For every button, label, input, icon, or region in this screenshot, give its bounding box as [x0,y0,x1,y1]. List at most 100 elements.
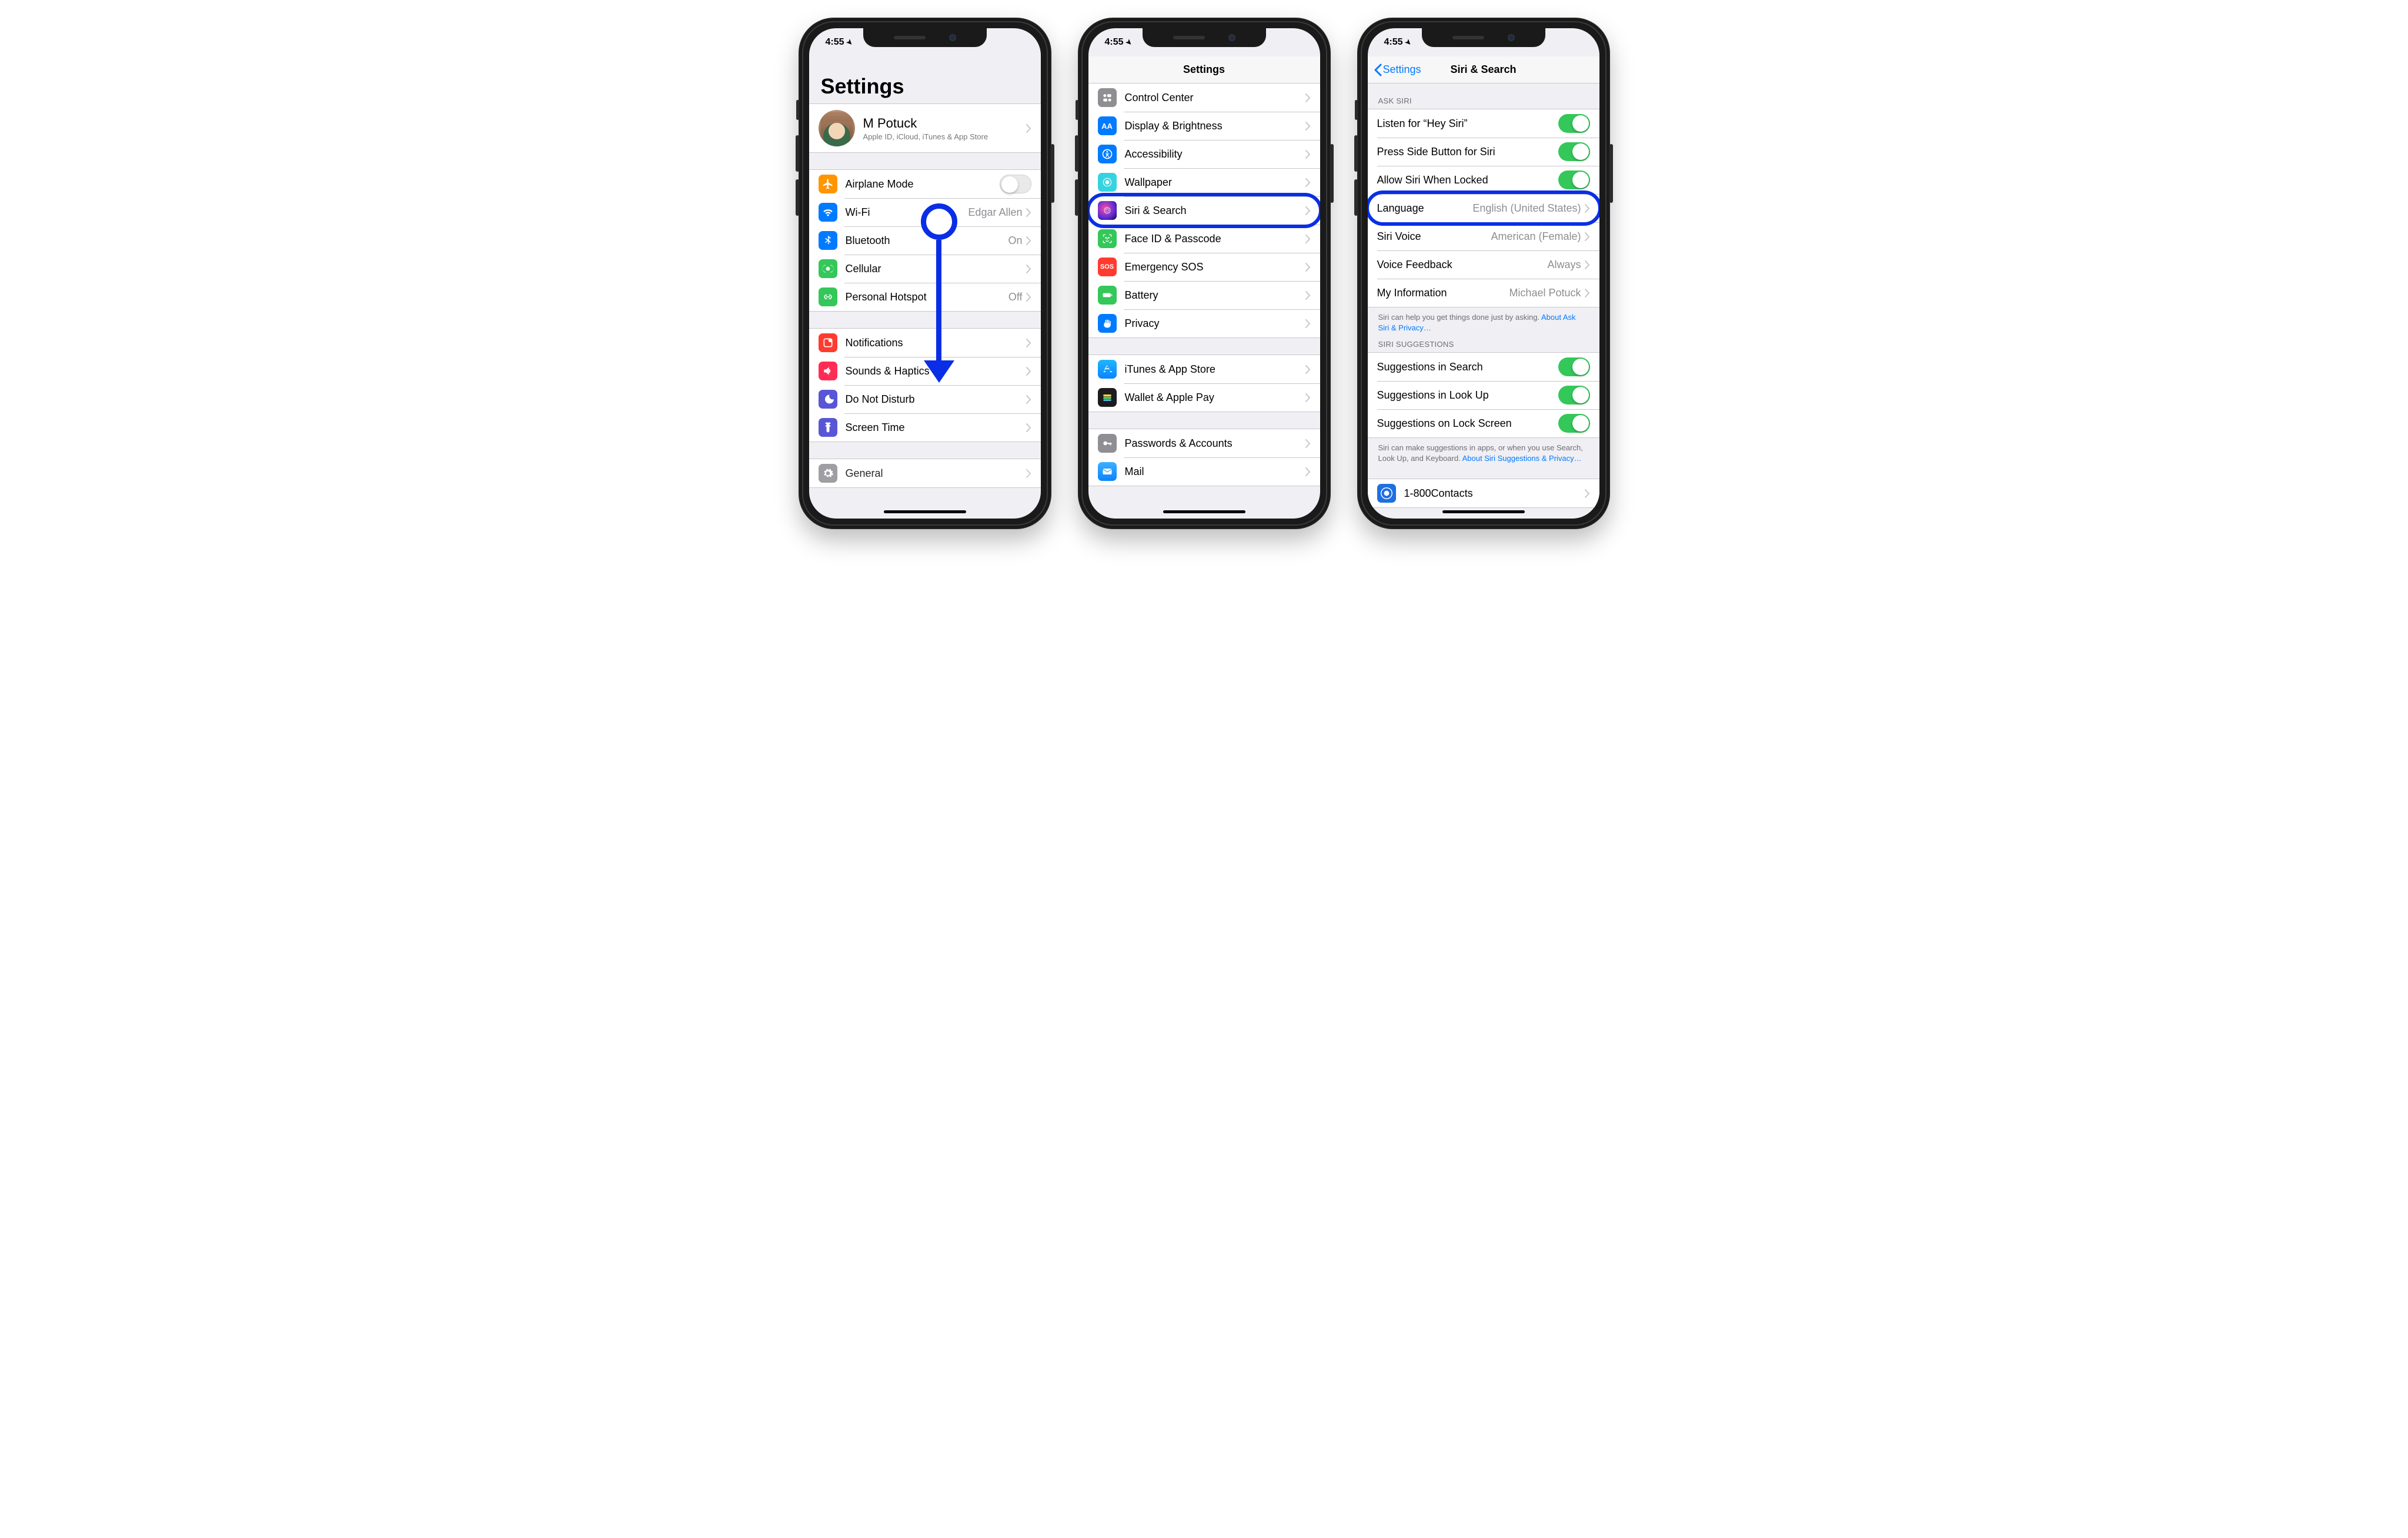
row-wallpaper[interactable]: Wallpaper [1088,168,1320,196]
row-label: Notifications [846,337,1026,349]
chevron-right-icon [1026,395,1031,404]
row-label: Emergency SOS [1125,261,1305,273]
row-itunes-appstore[interactable]: iTunes & App Store [1088,355,1320,383]
row-wifi[interactable]: Wi-Fi Edgar Allen [809,198,1041,226]
row-bluetooth[interactable]: Bluetooth On [809,226,1041,255]
row-value: Off [1008,291,1023,303]
row-label: Do Not Disturb [846,393,1026,406]
row-label: 1-800Contacts [1404,487,1585,500]
row-label: Voice Feedback [1377,259,1548,271]
nav-bar: Settings [1088,56,1320,83]
chevron-right-icon [1585,232,1590,241]
row-mail[interactable]: Mail [1088,457,1320,486]
locked-toggle[interactable] [1558,170,1590,189]
group-header-ask-siri: ASK SIRI [1368,83,1599,109]
row-label: My Information [1377,287,1509,299]
row-control-center[interactable]: Control Center [1088,83,1320,112]
location-icon: ➤ [1124,37,1134,47]
dnd-moon-icon [819,390,837,409]
row-privacy[interactable]: Privacy [1088,309,1320,337]
back-button[interactable]: Settings [1374,63,1421,76]
row-face-id[interactable]: Face ID & Passcode [1088,225,1320,253]
notifications-icon [819,333,837,352]
apple-id-row[interactable]: M Potuck Apple ID, iCloud, iTunes & App … [809,104,1041,152]
row-value: Michael Potuck [1509,287,1581,299]
chevron-right-icon [1305,319,1311,328]
row-label: Press Side Button for Siri [1377,146,1558,158]
row-value: American (Female) [1491,230,1581,243]
row-sug-lookup[interactable]: Suggestions in Look Up [1368,381,1599,409]
nav-title: Settings [1183,63,1225,76]
row-emergency-sos[interactable]: SOS Emergency SOS [1088,253,1320,281]
row-siri-voice[interactable]: Siri Voice American (Female) [1368,222,1599,250]
back-label: Settings [1383,63,1421,76]
row-my-information[interactable]: My Information Michael Potuck [1368,279,1599,307]
row-language[interactable]: Language English (United States) [1368,194,1599,222]
row-press-side-button[interactable]: Press Side Button for Siri [1368,138,1599,166]
appstore-icon [1098,360,1117,379]
row-screen-time[interactable]: Screen Time [809,413,1041,442]
row-siri-search[interactable]: Siri & Search [1088,196,1320,225]
row-sug-lockscreen[interactable]: Suggestions on Lock Screen [1368,409,1599,437]
nav-title: Siri & Search [1450,63,1516,76]
home-indicator[interactable] [1163,510,1245,513]
privacy-hand-icon [1098,314,1117,333]
row-label: Cellular [846,263,1026,275]
row-voice-feedback[interactable]: Voice Feedback Always [1368,250,1599,279]
chevron-right-icon [1305,291,1311,300]
wallpaper-icon [1098,173,1117,192]
mail-icon [1098,462,1117,481]
row-label: Bluetooth [846,235,1008,247]
chevron-right-icon [1026,367,1031,376]
key-icon [1098,434,1117,453]
home-indicator[interactable] [884,510,966,513]
row-do-not-disturb[interactable]: Do Not Disturb [809,385,1041,413]
bluetooth-icon [819,231,837,250]
row-label: Siri & Search [1125,205,1305,217]
footer-text: Siri can help you get things done just b… [1378,313,1542,322]
row-passwords-accounts[interactable]: Passwords & Accounts [1088,429,1320,457]
row-general[interactable]: General [809,459,1041,487]
row-label: Mail [1125,466,1305,478]
chevron-right-icon [1585,289,1590,297]
phone-frame-3: 4:55➤ Settings Siri & Search ASK SIRI Li… [1357,18,1610,529]
phone-frame-1: 4:55 ➤ Settings M Potuck Apple ID, iClou… [799,18,1051,529]
chevron-right-icon [1026,339,1031,347]
sug-lock-toggle[interactable] [1558,414,1590,433]
airplane-toggle[interactable] [1000,175,1031,193]
siri-suggestions-privacy-link[interactable]: About Siri Suggestions & Privacy… [1462,454,1582,463]
row-label: Wallpaper [1125,176,1305,189]
status-time: 4:55 [826,37,844,48]
row-hey-siri[interactable]: Listen for “Hey Siri” [1368,109,1599,138]
sug-lookup-toggle[interactable] [1558,386,1590,404]
row-label: Allow Siri When Locked [1377,174,1558,186]
row-label: Battery [1125,289,1305,302]
row-sounds-haptics[interactable]: Sounds & Haptics [809,357,1041,385]
row-accessibility[interactable]: Accessibility [1088,140,1320,168]
row-battery[interactable]: Battery [1088,281,1320,309]
row-cellular[interactable]: Cellular [809,255,1041,283]
hey-siri-toggle[interactable] [1558,114,1590,133]
row-label: Privacy [1125,317,1305,330]
row-label: Control Center [1125,92,1305,104]
accessibility-icon [1098,145,1117,163]
cellular-icon [819,259,837,278]
row-personal-hotspot[interactable]: Personal Hotspot Off [809,283,1041,311]
row-label: Suggestions in Search [1377,361,1558,373]
sug-search-toggle[interactable] [1558,357,1590,376]
row-notifications[interactable]: Notifications [809,329,1041,357]
row-airplane-mode[interactable]: Airplane Mode [809,170,1041,198]
row-value: English (United States) [1472,202,1581,215]
row-sug-search[interactable]: Suggestions in Search [1368,353,1599,381]
row-display-brightness[interactable]: AA Display & Brightness [1088,112,1320,140]
nav-bar: Settings Siri & Search [1368,56,1599,83]
side-button-toggle[interactable] [1558,142,1590,161]
battery-settings-icon [1098,286,1117,305]
notch [863,28,987,47]
home-indicator[interactable] [1442,510,1525,513]
row-allow-when-locked[interactable]: Allow Siri When Locked [1368,166,1599,194]
row-label: Screen Time [846,422,1026,434]
faceid-icon [1098,229,1117,248]
row-app-1800contacts[interactable]: 1-800Contacts [1368,479,1599,507]
row-wallet-applepay[interactable]: Wallet & Apple Pay [1088,383,1320,412]
